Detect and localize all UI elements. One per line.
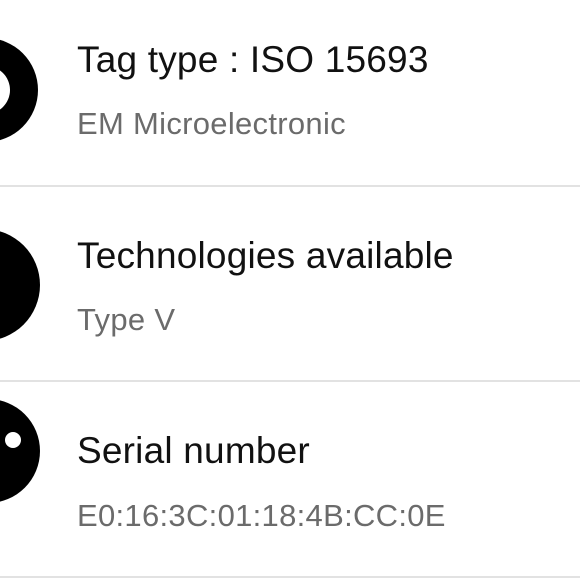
technologies-value: Type V: [77, 302, 176, 337]
divider: [0, 185, 580, 187]
list-item-technologies[interactable]: [0, 189, 580, 383]
list-item-serial-number[interactable]: [0, 384, 580, 578]
tag-manufacturer: EM Microelectronic: [77, 106, 346, 141]
serial-number-title: Serial number: [77, 430, 310, 471]
tag-type-icon: [0, 10, 60, 170]
list-item-tag-type[interactable]: [0, 0, 580, 194]
tag-info-list: Tag type : ISO 15693 EM Microelectronic …: [0, 0, 580, 580]
technologies-title: Technologies available: [77, 235, 454, 276]
technologies-icon: [0, 194, 60, 354]
serial-number-icon: [0, 395, 60, 555]
serial-number-value: E0:16:3C:01:18:4B:CC:0E: [77, 498, 446, 533]
divider: [0, 380, 580, 382]
divider: [0, 576, 580, 578]
tag-type-title: Tag type : ISO 15693: [77, 39, 429, 80]
